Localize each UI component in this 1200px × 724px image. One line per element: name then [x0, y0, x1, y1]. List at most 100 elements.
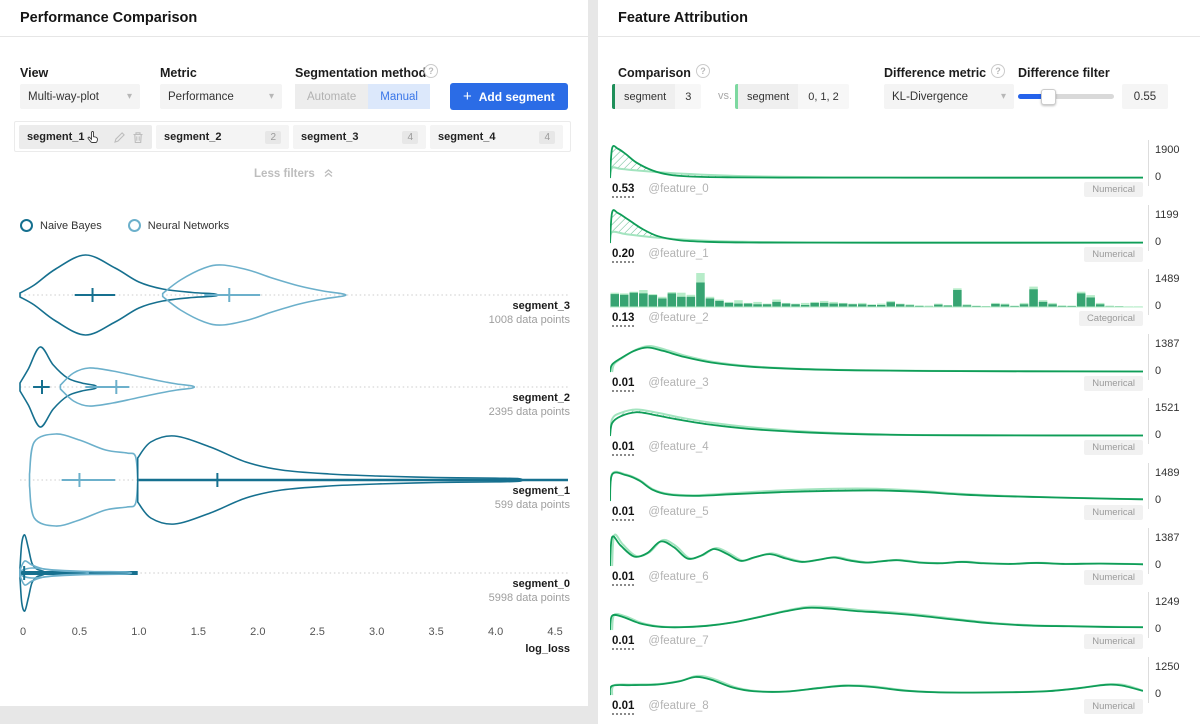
bar-dark: [639, 294, 648, 308]
feature-name[interactable]: @feature_7: [648, 635, 708, 647]
hatched-difference-area: [610, 410, 1143, 437]
bar-dark: [810, 303, 819, 307]
feature-meta: 0.01@feature_4: [612, 441, 709, 456]
x-axis-tick-label: 4.5: [547, 626, 562, 638]
distribution-curve-dark: [610, 413, 1143, 437]
feature-y-axis: 12490: [1148, 592, 1199, 638]
feature-y-axis: 13870: [1148, 528, 1199, 574]
violin-row-label: segment_2: [513, 392, 570, 404]
violin-row-count: 1008 data points: [489, 314, 571, 326]
help-icon[interactable]: ?: [424, 64, 438, 78]
bar-dark: [734, 304, 743, 307]
add-segment-button[interactable]: + Add segment: [450, 83, 568, 110]
bar-dark: [744, 304, 753, 307]
toggle-option-automate[interactable]: Automate: [295, 84, 368, 109]
y-axis-max-label: 1199: [1155, 209, 1179, 221]
feature-y-axis: 19000: [1148, 140, 1199, 186]
feature-name[interactable]: @feature_1: [648, 248, 708, 260]
segments-container: segment_1 segment_2 2 segment_3 4 segmen…: [14, 121, 571, 152]
x-axis-tick-label: 3.0: [369, 626, 384, 638]
segment-count-badge: 4: [539, 131, 555, 144]
y-axis-min-label: 0: [1155, 365, 1161, 377]
x-axis-tick-label: 0.5: [72, 626, 87, 638]
bar-dark: [715, 301, 724, 307]
feature-name[interactable]: @feature_0: [648, 183, 708, 195]
y-axis-min-label: 0: [1155, 623, 1161, 635]
feature-attribution-panel: Feature Attribution Comparison ? segment…: [598, 0, 1200, 724]
bar-dark: [782, 304, 791, 307]
feature-name[interactable]: @feature_6: [648, 571, 708, 583]
segment-chip-2[interactable]: segment_2 2: [156, 125, 289, 149]
feature-y-axis: 1489 0: [1148, 463, 1199, 509]
bar-dark: [1039, 302, 1048, 307]
violin-row-label: segment_1: [513, 485, 570, 497]
comparison-segment-b[interactable]: segment 0, 1, 2: [735, 84, 849, 109]
segmentation-toggle: Automate Manual: [295, 84, 430, 109]
feature-type-badge: Numerical: [1084, 376, 1143, 391]
model-legend: Naive Bayes Neural Networks: [20, 219, 229, 232]
toggle-option-manual[interactable]: Manual: [368, 84, 430, 109]
comparison-segment-a[interactable]: segment 3: [612, 84, 701, 109]
slider-handle[interactable]: [1041, 89, 1056, 105]
distribution-curve-light: [610, 410, 1143, 437]
feature-y-axis: 11990: [1148, 205, 1199, 251]
feature-distribution-chart: [610, 592, 1143, 636]
feature-name[interactable]: @feature_8: [648, 700, 708, 712]
feature-name[interactable]: @feature_4: [648, 441, 708, 453]
feature-name[interactable]: @feature_3: [648, 377, 708, 389]
feature-distribution-chart: [610, 657, 1143, 701]
difference-filter-slider[interactable]: [1018, 94, 1114, 99]
bar-dark: [887, 302, 896, 307]
view-dropdown[interactable]: Multi-way-plot ▾: [20, 84, 140, 109]
bar-dark: [820, 303, 829, 307]
bar-dark: [772, 302, 781, 307]
feature-name[interactable]: @feature_2: [648, 312, 708, 324]
feature-meta: 0.01@feature_8: [612, 700, 709, 715]
bar-dark: [649, 295, 658, 307]
x-axis-tick-label: 3.5: [429, 626, 444, 638]
violin-row-count: 599 data points: [495, 499, 571, 511]
segmentation-method-label: Segmentation method: [295, 66, 426, 80]
feature-y-axis: 14890: [1148, 269, 1199, 315]
segment-chip-1[interactable]: segment_1: [19, 125, 152, 149]
performance-comparison-panel: Performance Comparison View Multi-way-pl…: [0, 0, 588, 706]
segment-b-label: segment: [738, 84, 798, 109]
bar-dark: [630, 293, 639, 307]
bar-dark: [620, 295, 629, 307]
y-axis-max-label: 1387: [1155, 338, 1179, 350]
feature-distribution-chart: [610, 334, 1143, 378]
feature-score: 0.01: [612, 506, 634, 521]
edit-segment-icon[interactable]: [113, 131, 126, 144]
feature-type-badge: Numerical: [1084, 634, 1143, 649]
x-axis-tick-label: 0: [20, 626, 26, 638]
y-axis-max-label: 1489: [1155, 467, 1179, 479]
difference-filter-value: 0.55: [1122, 84, 1168, 109]
feature-name[interactable]: @feature_5: [648, 506, 708, 518]
help-icon[interactable]: ?: [696, 64, 710, 78]
feature-meta: 0.01@feature_3: [612, 377, 709, 392]
chevron-down-icon: ▾: [127, 91, 132, 102]
delete-segment-icon[interactable]: [132, 131, 144, 144]
y-axis-max-label: 1521: [1155, 402, 1179, 414]
feature-type-badge: Numerical: [1084, 699, 1143, 714]
feature-type-badge: Numerical: [1084, 440, 1143, 455]
y-axis-min-label: 0: [1155, 688, 1161, 700]
bar-dark: [829, 304, 838, 307]
help-icon[interactable]: ?: [991, 64, 1005, 78]
legend-item-naive-bayes[interactable]: Naive Bayes: [20, 219, 102, 232]
less-filters-button[interactable]: Less filters: [0, 167, 588, 180]
legend-item-neural-networks[interactable]: Neural Networks: [128, 219, 229, 232]
feature-type-badge: Numerical: [1084, 570, 1143, 585]
feature-distribution-chart: [610, 398, 1143, 442]
difference-metric-dropdown[interactable]: KL-Divergence ▾: [884, 84, 1014, 109]
bar-dark: [668, 294, 677, 308]
metric-dropdown-value: Performance: [168, 91, 234, 103]
y-axis-min-label: 0: [1155, 494, 1161, 506]
segment-chip-4[interactable]: segment_4 4: [430, 125, 563, 149]
feature-score: 0.53: [612, 183, 634, 198]
bar-dark: [696, 283, 705, 308]
metric-dropdown[interactable]: Performance ▾: [160, 84, 282, 109]
segment-chip-3[interactable]: segment_3 4: [293, 125, 426, 149]
distribution-curve-dark: [610, 536, 1143, 566]
y-axis-min-label: 0: [1155, 171, 1161, 183]
